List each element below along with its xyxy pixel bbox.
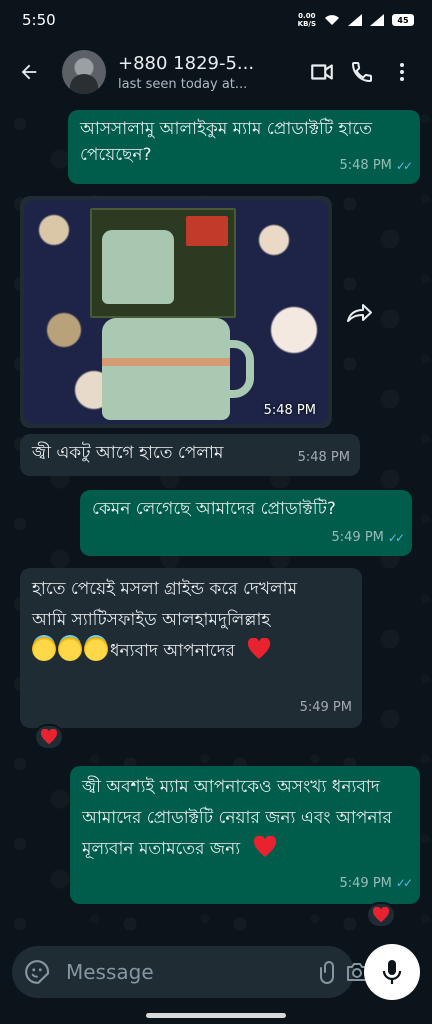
message-reaction[interactable] [34,724,64,750]
forward-icon [347,304,372,322]
message-time: 5:49 PM [331,530,384,545]
message-time: 5:49 PM [299,700,352,715]
message-reaction[interactable] [366,902,396,928]
smiling-face-with-halo-emoji [84,637,108,661]
message-incoming[interactable]: জ্বী একটু আগে হাতে পেলাম 5:48 PM [20,434,360,476]
read-ticks-icon: ✓✓ [395,159,413,173]
menu-button[interactable] [382,52,422,92]
message-meta: 5:49 PM ✓✓ [331,525,406,551]
message-time: 5:49 PM [339,876,392,891]
message-outgoing[interactable]: আসসালামু আলাইকুম ম্যাম প্রোডাক্টটি হাতে … [68,110,420,184]
contact-name: +880 1829-5... [118,52,255,74]
network-speed-unit: KB/S [297,20,316,28]
signal-4g-icon [370,14,384,26]
red-heart-emoji [40,729,58,745]
message-line-2: আমি স্যাটিসফাইড আলহামদুলিল্লাহ [32,610,271,630]
message-composer [12,946,367,998]
video-call-button[interactable] [302,52,342,92]
video-call-icon [311,64,333,80]
message-line-3-text: ধন্যবাদ আপনাদের [110,641,235,661]
message-time: 5:48 PM [339,158,392,173]
message-meta: 5:48 PM ✓✓ [339,153,414,179]
message-text: কেমন লেগেছে আমাদের প্রোডাক্টটি? [92,499,336,519]
product-kettle [102,318,230,420]
message-input[interactable] [66,960,315,984]
message-outgoing[interactable]: জ্বী অবশ্যই ম্যাম আপনাকেও অসংখ্য ধন্যবাদ… [70,766,420,904]
message-time: 5:48 PM [263,403,316,418]
red-heart-emoji [248,637,271,659]
network-speed: 0.00 KB/S [298,12,316,28]
mic-icon [382,960,402,984]
message-meta: 5:48 PM [298,445,350,471]
more-vertical-icon [400,63,404,81]
message-outgoing[interactable]: কেমন লেগেছে আমাদের প্রোডাক্টটি? 5:49 PM … [80,490,412,556]
read-ticks-icon: ✓✓ [395,876,413,890]
arrow-left-icon [21,64,37,80]
network-speed-value: 0.00 [298,12,316,20]
status-bar: 5:50 0.00 KB/S 45 [0,0,432,40]
forward-button[interactable] [342,296,376,330]
message-time: 5:48 PM [297,450,350,465]
message-incoming-image[interactable]: 5:48 PM [20,196,332,428]
battery-icon: 45 [392,14,414,26]
status-icons: 0.00 KB/S 45 [298,12,414,28]
chat-header: +880 1829-5... last seen today at... [0,40,432,104]
back-button[interactable] [14,57,44,87]
sticker-button[interactable] [24,955,50,989]
product-photo[interactable]: 5:48 PM [24,200,328,424]
avatar[interactable] [62,50,106,94]
message-line-1: হাতে পেয়েই মসলা গ্রাইন্ড করে দেখলাম [32,579,298,599]
message-meta: 5:49 PM [300,692,352,723]
voice-call-button[interactable] [342,52,382,92]
phone-icon [351,62,372,83]
message-meta: 5:49 PM ✓✓ [339,868,414,899]
sticker-icon [25,960,50,984]
read-ticks-icon: ✓✓ [387,531,405,545]
voice-message-button[interactable] [364,944,420,1000]
wifi-icon [325,15,339,25]
message-incoming[interactable]: হাতে পেয়েই মসলা গ্রাইন্ড করে দেখলাম আমি… [20,568,362,728]
status-time: 5:50 [22,11,56,29]
smiling-face-with-halo-emoji [58,637,82,661]
battery-level: 45 [397,15,409,25]
last-seen-status: last seen today at... [118,76,248,92]
attach-button[interactable] [315,955,339,989]
signal-icon [348,14,362,26]
contact-info[interactable]: +880 1829-5... last seen today at... [118,53,302,92]
home-indicator[interactable] [146,1013,286,1018]
message-text: জ্বী অবশ্যই ম্যাম আপনাকেও অসংখ্য ধন্যবাদ… [82,777,392,859]
message-line-3: ধন্যবাদ আপনাদের [32,636,352,667]
smiling-face-with-halo-emoji [32,637,56,661]
red-heart-emoji [372,907,390,923]
product-box [90,208,236,318]
paperclip-icon [320,961,334,984]
red-heart-emoji [253,835,276,857]
